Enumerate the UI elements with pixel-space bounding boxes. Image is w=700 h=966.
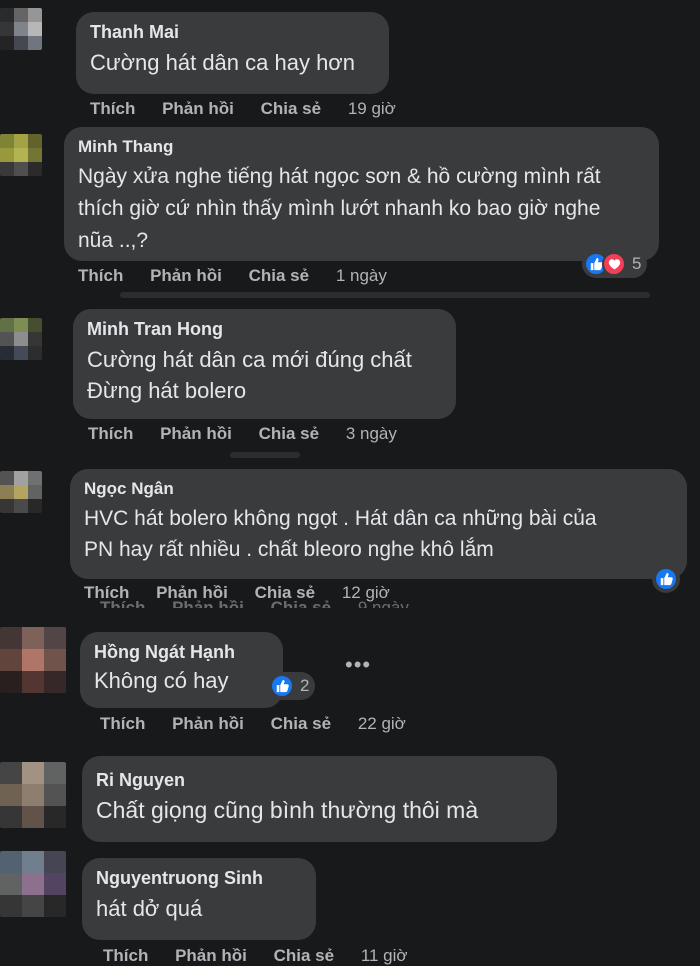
avatar[interactable] xyxy=(0,851,66,917)
like-action[interactable]: Thích xyxy=(78,266,123,285)
comment-author[interactable]: Minh Thang xyxy=(78,137,645,157)
reply-action[interactable]: Phản hồi xyxy=(162,99,234,118)
comment-text: Cường hát dân ca mới đúng chất Đừng hát … xyxy=(87,344,442,406)
share-action[interactable]: Chia sẻ xyxy=(271,714,331,733)
avatar[interactable] xyxy=(0,134,42,176)
comment-text-line: thích giờ cứ nhìn thấy mình lướt nhanh k… xyxy=(78,197,601,220)
avatar[interactable] xyxy=(0,8,42,50)
reply-action[interactable]: Phản hồi xyxy=(150,266,222,285)
reaction-summary[interactable]: 2 xyxy=(268,672,316,700)
more-options-icon[interactable]: ••• xyxy=(345,652,371,678)
comment-text: Chất giọng cũng bình thường thôi mà xyxy=(96,797,479,823)
share-action[interactable]: Chia sẻ xyxy=(259,424,319,443)
comment-author[interactable]: Nguyentruong Sinh xyxy=(96,868,302,889)
reaction-summary[interactable] xyxy=(652,565,680,593)
comment-actions: Thích Phản hồi Chia sẻ 19 giờ xyxy=(90,99,396,119)
avatar[interactable] xyxy=(0,318,42,360)
comment-bubble: Ngọc Ngân HVC hát bolero không ngọt . Há… xyxy=(70,469,687,579)
comment-text-line: Đừng hát bolero xyxy=(87,378,247,403)
comment-timestamp[interactable]: 11 giờ xyxy=(361,946,408,965)
comment-actions: Thích Phản hồi Chia sẻ 3 ngày xyxy=(88,424,397,444)
avatar[interactable] xyxy=(0,627,66,693)
like-action[interactable]: Thích xyxy=(103,946,148,965)
share-action[interactable]: Chia sẻ xyxy=(249,266,309,285)
reaction-summary[interactable]: 5 xyxy=(582,250,648,278)
comment-author[interactable]: Ngọc Ngân xyxy=(84,479,673,499)
like-action[interactable]: Thích xyxy=(100,714,145,733)
comment-bubble: Minh Thang Ngày xửa nghe tiếng hát ngọc … xyxy=(64,127,659,261)
reply-action[interactable]: Phản hồi xyxy=(175,946,247,965)
overlapping-comment-edge xyxy=(120,292,650,298)
comment-actions: Thích Phản hồi Chia sẻ 1 ngày xyxy=(78,266,387,286)
comment-actions: Thích Phản hồi Chia sẻ 22 giờ xyxy=(100,714,406,734)
like-action[interactable]: Thích xyxy=(88,424,133,443)
comment-author[interactable]: Thanh Mai xyxy=(90,22,375,43)
thumbs-up-icon xyxy=(270,674,294,698)
comment-author[interactable]: Minh Tran Hong xyxy=(87,319,442,340)
share-action[interactable]: Chia sẻ xyxy=(261,99,321,118)
comment-text-line: Ngày xửa nghe tiếng hát ngọc sơn & hồ cư… xyxy=(78,165,601,188)
comment-text-line: HVC hát bolero không ngọt . Hát dân ca n… xyxy=(84,507,597,530)
like-action: Thích xyxy=(100,598,146,617)
comment-bubble: Nguyentruong Sinh hát dở quá xyxy=(82,858,316,940)
comment-text-line: nũa ..,? xyxy=(78,229,149,252)
comment-text-line: PN hay rất nhiều . chất bleoro nghe khô … xyxy=(84,538,494,561)
comment-actions: Thích Phản hồi Chia sẻ 11 giờ xyxy=(103,946,408,966)
comment-bubble: Ri Nguyen Chất giọng cũng bình thường th… xyxy=(82,756,557,842)
thumbs-up-icon xyxy=(654,567,678,591)
comment-bubble: Thanh Mai Cường hát dân ca hay hơn xyxy=(76,12,389,94)
reply-action[interactable]: Phản hồi xyxy=(160,424,232,443)
hidden-comment-actions: Thích Phản hồi Chia sẻ 9 ngày xyxy=(100,598,409,617)
reply-action: Phản hồi xyxy=(172,598,244,617)
comment-bubble: Minh Tran Hong Cường hát dân ca mới đúng… xyxy=(73,309,456,419)
heart-icon xyxy=(602,252,626,276)
comment-text-line: Cường hát dân ca mới đúng chất xyxy=(87,347,412,372)
avatar[interactable] xyxy=(0,762,66,828)
comment-timestamp[interactable]: 3 ngày xyxy=(346,424,397,443)
comment-bubble: Hồng Ngát Hạnh Không có hay xyxy=(80,632,283,708)
reaction-count: 2 xyxy=(300,676,310,695)
comment-timestamp[interactable]: 19 giờ xyxy=(348,99,396,118)
comment-text: Ngày xửa nghe tiếng hát ngọc sơn & hồ cư… xyxy=(78,161,645,257)
comment-author[interactable]: Hồng Ngát Hạnh xyxy=(94,642,269,663)
reaction-count: 5 xyxy=(632,254,642,273)
comment-text: Cường hát dân ca hay hơn xyxy=(90,50,355,75)
comment-timestamp[interactable]: 22 giờ xyxy=(358,714,406,733)
comment-text: hát dở quá xyxy=(96,896,203,921)
comment-author[interactable]: Ri Nguyen xyxy=(96,770,543,791)
comment-timestamp: 9 ngày xyxy=(357,598,409,617)
reply-action[interactable]: Phản hồi xyxy=(172,714,244,733)
share-action: Chia sẻ xyxy=(270,598,332,617)
share-action[interactable]: Chia sẻ xyxy=(274,946,334,965)
comment-text: Không có hay xyxy=(94,668,229,693)
comment-timestamp[interactable]: 1 ngày xyxy=(336,266,387,285)
avatar[interactable] xyxy=(0,471,42,513)
comment-text: HVC hát bolero không ngọt . Hát dân ca n… xyxy=(84,503,673,565)
like-action[interactable]: Thích xyxy=(90,99,135,118)
overlapping-comment-edge xyxy=(230,452,300,458)
